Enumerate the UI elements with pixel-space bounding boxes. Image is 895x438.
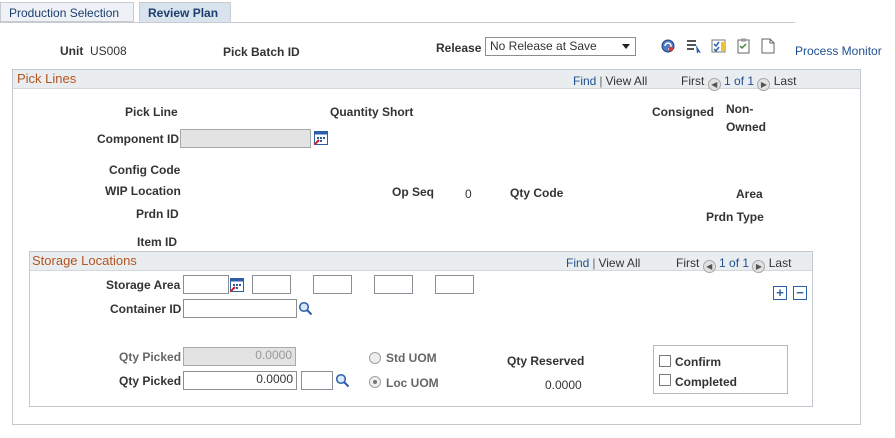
next-icon[interactable]: ▶ [757,78,771,91]
chevron-down-icon [622,44,630,49]
pick-line-label: Pick Line [125,105,178,119]
storage-area-field-5[interactable] [435,275,474,294]
add-row-button[interactable]: + [773,286,787,300]
storage-previous-icon[interactable]: ◀ [702,260,716,273]
refresh-icon[interactable] [660,38,676,54]
storage-area-field-1[interactable] [183,275,229,294]
qty-picked-std-label: Qty Picked [119,350,182,364]
storage-locations-title: Storage Locations [32,253,137,268]
qty-code-label: Qty Code [510,186,564,200]
loc-uom-label: Loc UOM [386,376,439,390]
calendar-lookup-icon[interactable] [314,131,328,145]
storage-find-link[interactable]: Find [566,256,589,270]
std-uom-label: Std UOM [386,351,437,365]
tab-divider [0,22,795,23]
delete-row-button[interactable]: − [793,286,807,300]
quantity-short-label: Quantity Short [330,105,414,119]
qty-reserved-label: Qty Reserved [507,354,585,368]
storage-pager-counter: 1 of 1 [719,256,750,270]
storage-view-all-link[interactable]: View All [598,256,640,270]
qty-picked-loc-label: Qty Picked [119,374,182,388]
qty-reserved-value: 0.0000 [545,378,582,392]
storage-area-field-3[interactable] [313,275,352,294]
release-label: Release [436,41,482,55]
pick-lines-title: Pick Lines [17,71,77,86]
item-id-label: Item ID [137,235,178,249]
tab-review-plan[interactable]: Review Plan [139,2,231,22]
checklist-icon[interactable] [711,38,727,54]
first-label: First [681,74,705,88]
unit-value: US008 [90,44,127,58]
pick-lines-nav: Find | View All [573,74,648,88]
config-code-label: Config Code [109,163,181,177]
storage-area-field-4[interactable] [374,275,413,294]
op-seq-value: 0 [465,187,472,201]
process-monitor-link[interactable]: Process Monitor [795,44,882,58]
storage-first-label: First [676,256,700,270]
storage-last-label: Last [768,256,792,270]
tab-production-selection[interactable]: Production Selection [0,2,134,22]
notepad-icon[interactable] [736,38,752,54]
pager-counter: 1 of 1 [724,74,755,88]
qty-picked-std-field: 0.0000 [183,347,296,366]
storage-nav: Find | View All [566,256,641,270]
std-uom-radio[interactable] [369,352,381,364]
container-id-field[interactable] [183,299,297,318]
consigned-label: Consigned [652,105,714,119]
storage-next-icon[interactable]: ▶ [752,260,766,273]
find-link[interactable]: Find [573,74,596,88]
last-label: Last [773,74,797,88]
unit-label: Unit [60,44,84,58]
confirm-label: Confirm [675,355,721,369]
completed-checkbox[interactable] [659,374,671,386]
release-select[interactable]: No Release at Save [485,37,636,56]
non-owned-label-2: Owned [726,120,767,134]
completed-label: Completed [675,375,738,389]
confirm-checkbox[interactable] [659,355,671,367]
op-seq-label: Op Seq [392,185,435,199]
container-id-label: Container ID [110,302,182,316]
pick-lines-pager: First ◀ 1 of 1 ▶ Last [681,74,796,91]
area-label: Area [736,187,763,201]
component-id-label: Component ID [97,132,179,146]
qty-picked-loc-field[interactable]: 0.0000 [183,371,297,390]
storage-area-field-2[interactable] [252,275,291,294]
wip-location-label: WIP Location [105,184,181,198]
prdn-id-label: Prdn ID [136,207,179,221]
uom-search-icon[interactable] [335,373,350,388]
search-icon[interactable] [298,301,313,316]
view-all-link[interactable]: View All [605,74,647,88]
uom-field[interactable] [301,371,333,390]
pick-batch-id-label: Pick Batch ID [223,45,300,59]
document-icon[interactable] [761,38,775,54]
storage-area-lookup-icon[interactable] [230,278,244,292]
non-owned-label-1: Non- [726,102,754,116]
storage-area-label: Storage Area [106,278,181,292]
storage-pager: First ◀ 1 of 1 ▶ Last [676,256,791,273]
prdn-type-label: Prdn Type [706,210,764,224]
loc-uom-radio[interactable] [369,376,381,388]
component-id-field[interactable] [180,129,311,148]
select-icon[interactable] [686,38,702,54]
previous-icon[interactable]: ◀ [707,78,721,91]
